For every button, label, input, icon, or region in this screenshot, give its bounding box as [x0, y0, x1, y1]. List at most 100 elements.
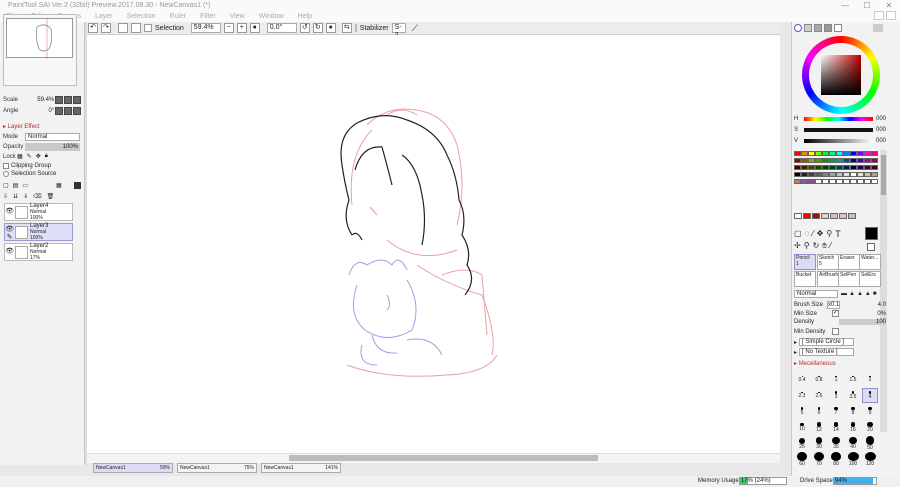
zoom-field[interactable]: 59.4% — [190, 23, 221, 33]
color-swatch[interactable] — [843, 165, 850, 170]
eyedropper-icon[interactable]: ⁄ — [830, 241, 831, 251]
color-swatch[interactable] — [850, 179, 857, 184]
brush-size-preset[interactable]: 16 — [845, 420, 861, 435]
color-swatch[interactable] — [864, 151, 871, 156]
lock-draw-icon[interactable]: ✎ — [27, 153, 32, 160]
horizontal-scrollbar-thumb[interactable] — [289, 455, 598, 461]
menu-filter[interactable]: Filter — [200, 11, 216, 22]
color-swatch-tab[interactable] — [824, 24, 832, 32]
expand-arrow-icon[interactable]: ▸ — [794, 349, 797, 356]
brush-texture-select[interactable]: [ No Texture ] — [799, 348, 855, 356]
color-swatch[interactable] — [815, 158, 822, 163]
selection-source-checkbox[interactable] — [3, 171, 9, 177]
brush-size-preset[interactable]: 9 — [862, 404, 878, 419]
drawing-canvas[interactable] — [87, 35, 780, 453]
color-swatch[interactable] — [808, 172, 815, 177]
color-swatch[interactable] — [815, 151, 822, 156]
brush-size-preset[interactable]: 60 — [794, 452, 810, 467]
color-swatch[interactable] — [871, 151, 878, 156]
brush-size-preset[interactable]: 5 — [794, 404, 810, 419]
color-swatch[interactable] — [815, 179, 822, 184]
color-swatch[interactable] — [836, 172, 843, 177]
right-panel-scrollbar-thumb[interactable] — [881, 155, 886, 195]
minimize-button[interactable]: — — [834, 0, 856, 11]
color-swatch[interactable] — [836, 179, 843, 184]
close-button[interactable]: ✕ — [878, 0, 900, 11]
brush-size-preset[interactable]: 120 — [862, 452, 878, 467]
color-swatch[interactable] — [801, 158, 808, 163]
color-swatch[interactable] — [794, 179, 801, 184]
color-swatch[interactable] — [864, 158, 871, 163]
v-slider[interactable] — [804, 138, 873, 143]
color-swatch[interactable] — [822, 165, 829, 170]
magic-wand-icon[interactable]: ⁄ — [812, 229, 813, 239]
color-swatch[interactable] — [808, 179, 815, 184]
rotate-reset-button[interactable]: ● — [325, 23, 336, 33]
angle-minus-button[interactable] — [55, 107, 64, 115]
color-swatch[interactable] — [857, 151, 864, 156]
brush-shape-select[interactable]: [ Simple Circle ] — [799, 338, 855, 346]
rotate-left-button[interactable]: ↺ — [299, 23, 310, 33]
color-swatch[interactable] — [808, 165, 815, 170]
eye-icon[interactable]: 👁︎ — [5, 207, 14, 215]
brush-size-preset[interactable]: 20 — [862, 420, 878, 435]
zoom-in-button[interactable]: + — [236, 23, 247, 33]
min-size-checkbox[interactable]: ✓ — [832, 310, 839, 317]
color-swatch[interactable] — [836, 151, 843, 156]
brush-size-preset[interactable]: 70 — [811, 452, 827, 467]
scratchpad-tab[interactable] — [834, 24, 842, 32]
menu-layer[interactable]: Layer — [95, 11, 113, 22]
color-swatch[interactable] — [794, 172, 801, 177]
brush-shape-round-2-icon[interactable]: ▲ — [857, 291, 863, 297]
color-swatch[interactable] — [836, 165, 843, 170]
brush-size-preset[interactable]: 8 — [845, 404, 861, 419]
panel-toggle-icon[interactable] — [873, 24, 883, 32]
scale-reset-button[interactable] — [73, 96, 82, 104]
recent-color-swatch[interactable] — [848, 213, 856, 219]
color-wheel-tab[interactable] — [794, 24, 802, 32]
recent-color-swatch[interactable] — [803, 213, 811, 219]
scale-minus-button[interactable] — [55, 96, 64, 104]
brush-size-preset[interactable]: 7 — [828, 404, 844, 419]
brush-size-preset[interactable]: 14 — [828, 420, 844, 435]
color-swatch[interactable] — [871, 179, 878, 184]
brush-size-preset[interactable]: 2.6 — [811, 388, 827, 403]
recent-color-swatch[interactable] — [794, 213, 802, 219]
move-icon[interactable]: ✥ — [817, 229, 824, 239]
brush-size-preset[interactable]: 35 — [828, 436, 844, 451]
redo-button[interactable]: ↷ — [101, 23, 111, 33]
recent-color-swatch[interactable] — [830, 213, 838, 219]
density-slider[interactable]: 100 — [839, 319, 886, 325]
angle-reset-button[interactable] — [73, 107, 82, 115]
layer-effect-header[interactable]: ▸ Layer Effect — [3, 123, 40, 131]
doc-tab[interactable]: NewCanvas1 75% — [177, 463, 257, 473]
menu-window[interactable]: Window — [259, 11, 284, 22]
brush-size-preset[interactable]: 0.4 — [794, 372, 810, 387]
color-swatch[interactable] — [801, 151, 808, 156]
rotation-field[interactable]: 0.0° — [266, 23, 297, 33]
color-swatch[interactable] — [808, 151, 815, 156]
brush-size-preset[interactable]: 3 — [828, 388, 844, 403]
brush-size-preset[interactable]: 12 — [811, 420, 827, 435]
angle-value[interactable]: 0° — [31, 108, 55, 114]
zoom-in-icon[interactable]: ⚲ — [804, 241, 810, 251]
menu-view[interactable]: View — [230, 11, 245, 22]
merge-selected-icon[interactable]: ⇓ — [23, 193, 28, 200]
clipping-group-checkbox[interactable] — [3, 163, 9, 169]
brush-size-preset[interactable]: 3.5 — [845, 388, 861, 403]
tool-pencil[interactable]: Pencil 1 — [794, 254, 816, 270]
color-swatch[interactable] — [857, 172, 864, 177]
color-swatch[interactable] — [794, 158, 801, 163]
recent-color-swatch[interactable] — [812, 213, 820, 219]
brush-mode-select[interactable]: Normal — [794, 290, 838, 298]
primary-color-chip[interactable] — [865, 227, 878, 240]
color-swatch[interactable] — [808, 158, 815, 163]
color-swatch[interactable] — [801, 172, 808, 177]
color-swatch[interactable] — [801, 165, 808, 170]
color-swatch[interactable] — [829, 158, 836, 163]
navigator-thumbnail[interactable] — [6, 18, 73, 59]
brush-size-preset[interactable]: 100 — [845, 452, 861, 467]
tool-water[interactable]: Water... — [859, 254, 881, 270]
color-swatch[interactable] — [822, 158, 829, 163]
color-swatch[interactable] — [843, 158, 850, 163]
